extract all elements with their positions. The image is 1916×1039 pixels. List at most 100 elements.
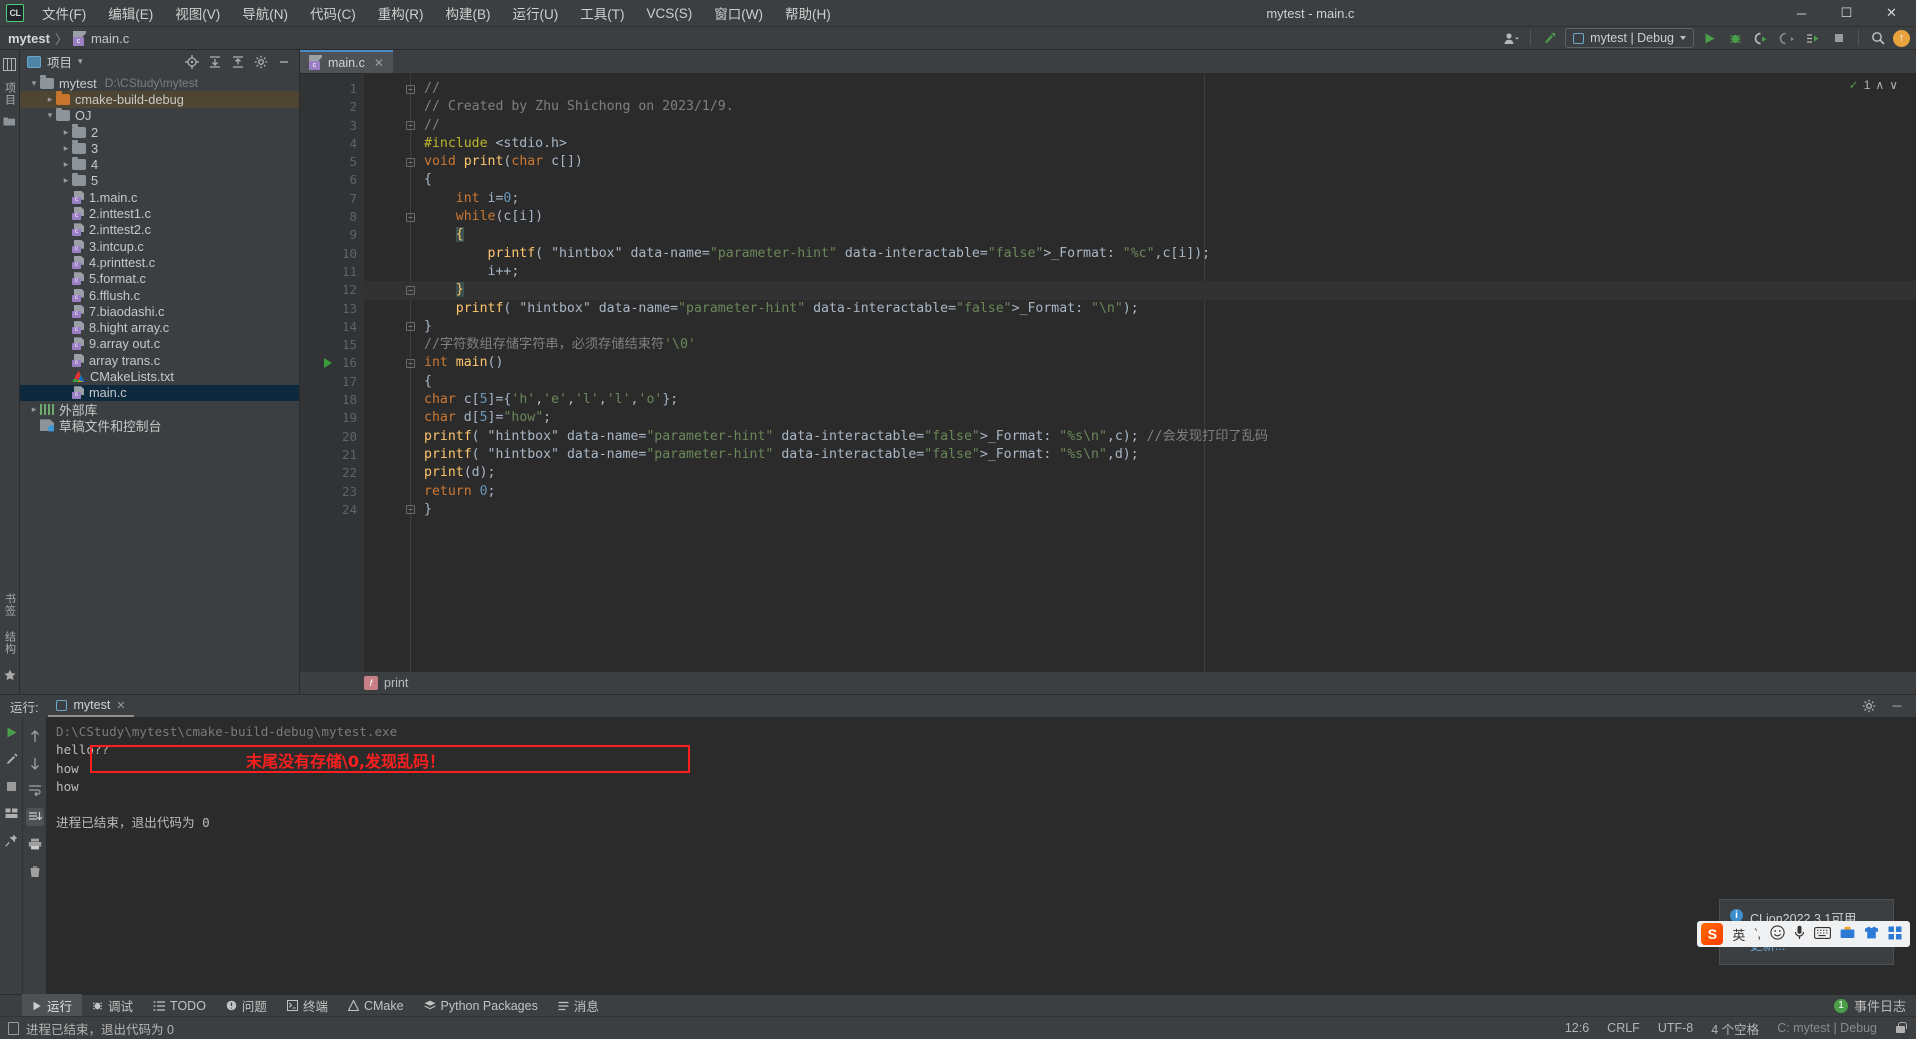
chevron-right-icon[interactable]: ▸ — [60, 159, 72, 170]
breadcrumb-function-label[interactable]: print — [384, 676, 408, 690]
file-encoding[interactable]: UTF-8 — [1658, 1021, 1693, 1035]
menu-build[interactable]: 构建(B) — [435, 0, 502, 26]
tree-node[interactable]: c 5.format.c — [20, 271, 299, 287]
tab-main-c[interactable]: c main.c ✕ — [300, 50, 393, 73]
maximize-button[interactable]: ☐ — [1824, 0, 1869, 27]
user-account-icon[interactable] — [1500, 28, 1522, 48]
tree-node[interactable]: c 7.biaodashi.c — [20, 303, 299, 319]
ime-emoji-icon[interactable] — [1770, 925, 1785, 943]
chevron-right-icon[interactable]: ▸ — [44, 94, 56, 105]
gutter-line[interactable]: 15 — [300, 336, 364, 354]
code-line[interactable]: int i=0; — [364, 190, 1916, 208]
edit-configuration-icon[interactable] — [2, 750, 20, 768]
rail-commit-icon[interactable] — [3, 114, 16, 129]
breadcrumb-file[interactable]: main.c — [91, 31, 129, 46]
menu-code[interactable]: 代码(C) — [299, 0, 367, 26]
tree-node[interactable]: c 3.intcup.c — [20, 238, 299, 254]
search-icon[interactable] — [1867, 28, 1889, 48]
tree-node[interactable]: c 2.inttest1.c — [20, 205, 299, 221]
console-output[interactable]: D:\CStudy\mytest\cmake-build-debug\mytes… — [46, 717, 1916, 994]
gutter-line[interactable]: 21 — [300, 446, 364, 464]
print-icon[interactable] — [26, 835, 44, 853]
gutter-line[interactable]: 19 — [300, 409, 364, 427]
code-line[interactable]: { — [364, 226, 1916, 244]
chevron-right-icon[interactable]: ▸ — [60, 143, 72, 154]
code-line[interactable]: − } — [364, 281, 1916, 300]
run-with-coverage-button[interactable] — [1750, 28, 1772, 48]
scroll-up-icon[interactable] — [26, 727, 44, 745]
tree-node[interactable]: c 2.inttest2.c — [20, 222, 299, 238]
gutter-line[interactable]: 8 — [300, 208, 364, 226]
gutter-line[interactable]: 6 — [300, 171, 364, 189]
ime-toolbar[interactable]: S 英 ‵, — [1697, 921, 1910, 947]
code-line[interactable]: return 0; — [364, 483, 1916, 501]
rail-bookmarks-label[interactable]: 书签 — [2, 593, 18, 617]
code-line[interactable]: printf( "hintbox" data-name="parameter-h… — [364, 300, 1916, 318]
tool-window-todo[interactable]: TODO — [143, 997, 216, 1015]
project-tree[interactable]: ▾ mytest D:\CStudy\mytest ▸ cmake-build-debu… — [20, 73, 299, 694]
gutter-line[interactable]: 7 — [300, 190, 364, 208]
branch-indicator[interactable]: C: mytest | Debug — [1777, 1021, 1877, 1035]
gutter-line[interactable]: 9 — [300, 226, 364, 244]
code-editor[interactable]: ✓ 1 ∧ ∨ 1 2 3 4 5 6 7 8 9 10 11 12 13 14 15 16 17 18 19 20 2… — [300, 74, 1916, 672]
chevron-right-icon[interactable]: ▸ — [28, 404, 40, 415]
tool-window-cmake[interactable]: CMake — [338, 997, 414, 1015]
hide-panel-icon[interactable]: ─ — [1886, 696, 1908, 716]
menu-help[interactable]: 帮助(H) — [774, 0, 842, 26]
code-line[interactable]: print(d); — [364, 464, 1916, 482]
indent-setting[interactable]: 4 个空格 — [1711, 1019, 1759, 1038]
gutter-line[interactable]: 20 — [300, 428, 364, 446]
gutter-line[interactable]: 17 — [300, 373, 364, 391]
gutter-line[interactable]: 11 — [300, 263, 364, 281]
gutter-line[interactable]: 3 — [300, 117, 364, 135]
code-line[interactable]: − int main() — [364, 354, 1916, 372]
tree-node[interactable]: c 4.printtest.c — [20, 254, 299, 270]
code-line[interactable]: −// — [364, 117, 1916, 135]
tool-window-python-packages[interactable]: Python Packages — [414, 997, 548, 1015]
tool-window-debug[interactable]: 调试 — [82, 994, 143, 1017]
code-line[interactable]: i++; — [364, 263, 1916, 281]
code-line[interactable]: { — [364, 373, 1916, 391]
code-line[interactable]: // Created by Zhu Shichong on 2023/1/9. — [364, 98, 1916, 116]
tree-node[interactable]: ▸ 4 — [20, 156, 299, 172]
hide-panel-icon[interactable] — [273, 52, 295, 72]
tool-window-run[interactable]: 运行 — [22, 994, 83, 1017]
pin-icon[interactable] — [2, 831, 20, 849]
tree-node[interactable]: c 1.main.c — [20, 189, 299, 205]
tree-node[interactable]: ▾ mytest D:\CStudy\mytest — [20, 75, 299, 91]
menu-run[interactable]: 运行(U) — [502, 0, 570, 26]
code-line[interactable]: #include <stdio.h> — [364, 135, 1916, 153]
gutter-line[interactable]: 2 — [300, 98, 364, 116]
gutter-line[interactable]: 22 — [300, 464, 364, 482]
tree-node[interactable]: ▸ 3 — [20, 140, 299, 156]
menu-window[interactable]: 窗口(W) — [703, 0, 774, 26]
tool-window-messages[interactable]: 消息 — [548, 994, 609, 1017]
tree-node[interactable]: ▾ OJ — [20, 107, 299, 124]
attach-to-process-icon[interactable] — [1802, 28, 1824, 48]
code-line[interactable]: − void print(char c[]) — [364, 153, 1916, 171]
close-icon[interactable]: ✕ — [374, 56, 384, 70]
tree-node[interactable]: 草稿文件和控制台 — [20, 417, 299, 434]
code-lines[interactable]: −//// Created by Zhu Shichong on 2023/1/… — [364, 80, 1916, 519]
code-folding-icon[interactable]: − — [406, 157, 415, 167]
chevron-right-icon[interactable]: ▸ — [60, 127, 72, 138]
code-line[interactable]: char c[5]={'h','e','l','l','o'}; — [364, 391, 1916, 409]
debug-button[interactable] — [1724, 28, 1746, 48]
tree-node[interactable]: ▸ 5 — [20, 172, 299, 189]
menu-refactor[interactable]: 重构(R) — [367, 0, 435, 26]
rerun-icon[interactable] — [2, 723, 20, 741]
tree-node[interactable]: ▸ 外部库 — [20, 401, 299, 418]
menu-vcs[interactable]: VCS(S) — [636, 3, 704, 24]
expand-all-icon[interactable] — [204, 52, 226, 72]
chevron-down-icon[interactable]: ▾ — [78, 56, 83, 67]
code-folding-icon[interactable]: − — [406, 322, 415, 332]
tool-window-terminal[interactable]: 终端 — [277, 994, 338, 1017]
gutter-line[interactable]: 5 — [300, 153, 364, 171]
ime-skin-icon[interactable] — [1864, 926, 1879, 942]
breadcrumb-project[interactable]: mytest — [8, 31, 50, 46]
code-folding-icon[interactable]: − — [406, 505, 415, 515]
caret-position[interactable]: 12:6 — [1565, 1021, 1589, 1035]
code-line[interactable]: − while(c[i]) — [364, 208, 1916, 226]
code-folding-icon[interactable]: − — [406, 212, 415, 222]
tree-node[interactable]: c 6.fflush.c — [20, 287, 299, 303]
